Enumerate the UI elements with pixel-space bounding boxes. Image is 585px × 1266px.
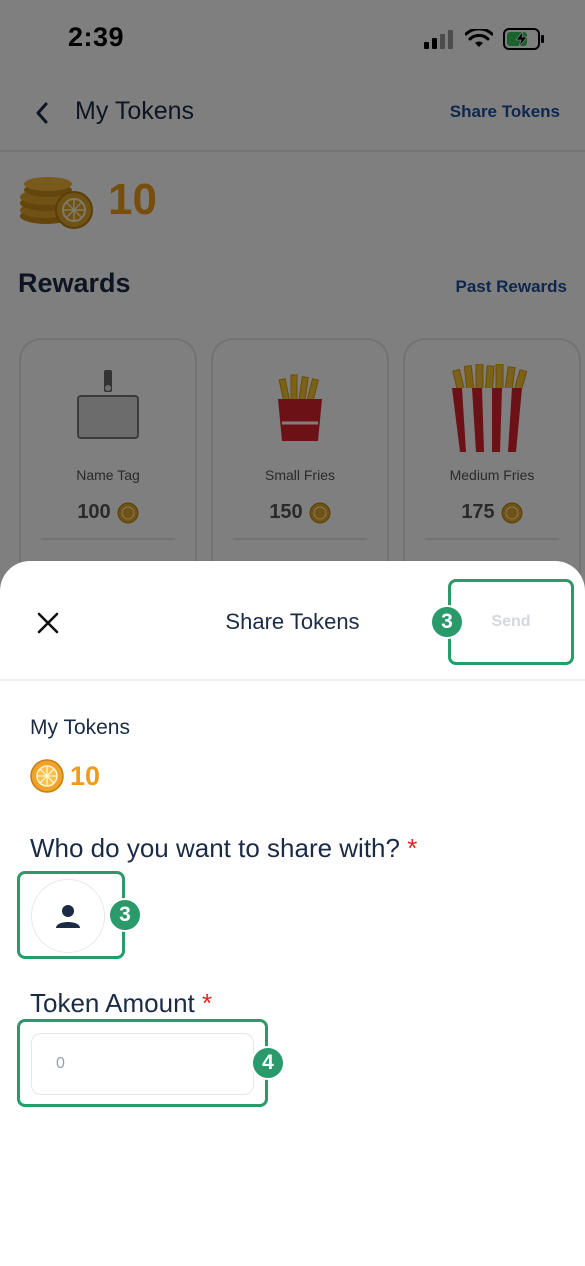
step-badge: 3 — [108, 898, 142, 932]
required-mark: * — [407, 833, 418, 863]
my-tokens-balance: 10 — [30, 759, 100, 793]
token-amount-label: Token Amount * — [30, 988, 212, 1019]
person-icon — [56, 905, 80, 928]
sheet-header: Share Tokens Send 3 — [0, 561, 585, 681]
recipient-label-text: Who do you want to share with? — [30, 833, 400, 863]
coin-icon — [30, 759, 64, 793]
token-amount-input[interactable] — [31, 1033, 254, 1095]
my-tokens-label: My Tokens — [30, 716, 130, 739]
send-button[interactable]: Send — [448, 579, 574, 665]
step-badge: 3 — [430, 605, 464, 639]
token-amount-label-text: Token Amount — [30, 988, 195, 1018]
required-mark: * — [202, 988, 213, 1018]
my-tokens-value: 10 — [70, 760, 101, 791]
share-tokens-sheet: Share Tokens Send 3 My Tokens 10 Who do … — [0, 561, 585, 1266]
amount-highlight — [17, 1019, 268, 1107]
recipient-label: Who do you want to share with? * — [30, 833, 417, 864]
select-recipient-button[interactable] — [31, 879, 105, 953]
step-badge: 4 — [251, 1046, 285, 1080]
